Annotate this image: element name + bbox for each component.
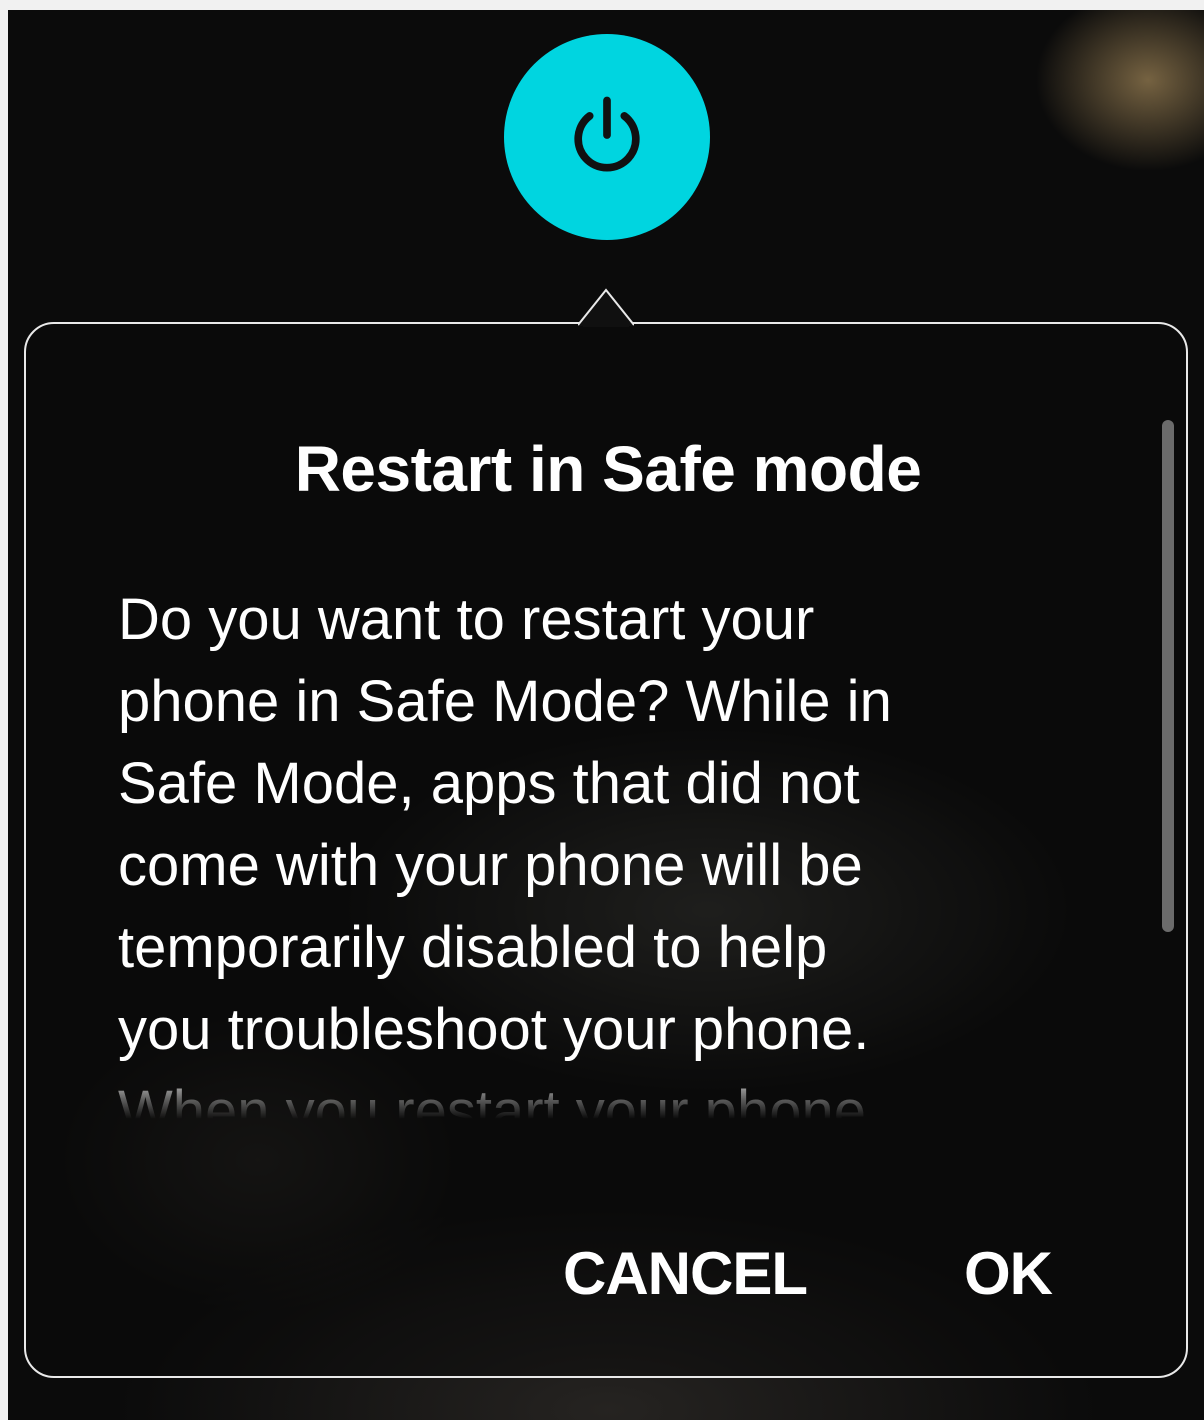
dialog-message-line: temporarily disabled to help <box>118 915 828 980</box>
dialog-message-line: you troubleshoot your phone. <box>118 997 870 1062</box>
safe-mode-dialog: Restart in Safe mode Do you want to rest… <box>24 322 1188 1378</box>
cancel-button[interactable]: CANCEL <box>563 1239 808 1308</box>
ok-button[interactable]: OK <box>964 1239 1053 1308</box>
dialog-scrollbar[interactable] <box>1162 420 1174 932</box>
power-button[interactable] <box>504 34 710 240</box>
dialog-pointer <box>578 288 634 326</box>
dialog-message[interactable]: Do you want to restart your phone in Saf… <box>118 579 1078 1119</box>
dialog-message-line: Safe Mode, apps that did not <box>118 751 860 816</box>
screen: Restart in Safe mode Do you want to rest… <box>8 10 1204 1420</box>
dialog-actions: CANCEL OK <box>26 1239 1190 1319</box>
dialog-message-line: phone in Safe Mode? While in <box>118 669 892 734</box>
dialog-title: Restart in Safe mode <box>294 433 922 505</box>
dialog-message-line: come with your phone will be <box>118 833 863 898</box>
dialog-message-line: When you restart your phone <box>118 1079 866 1119</box>
power-icon <box>574 96 640 172</box>
dialog-message-line: Do you want to restart your <box>118 587 815 652</box>
